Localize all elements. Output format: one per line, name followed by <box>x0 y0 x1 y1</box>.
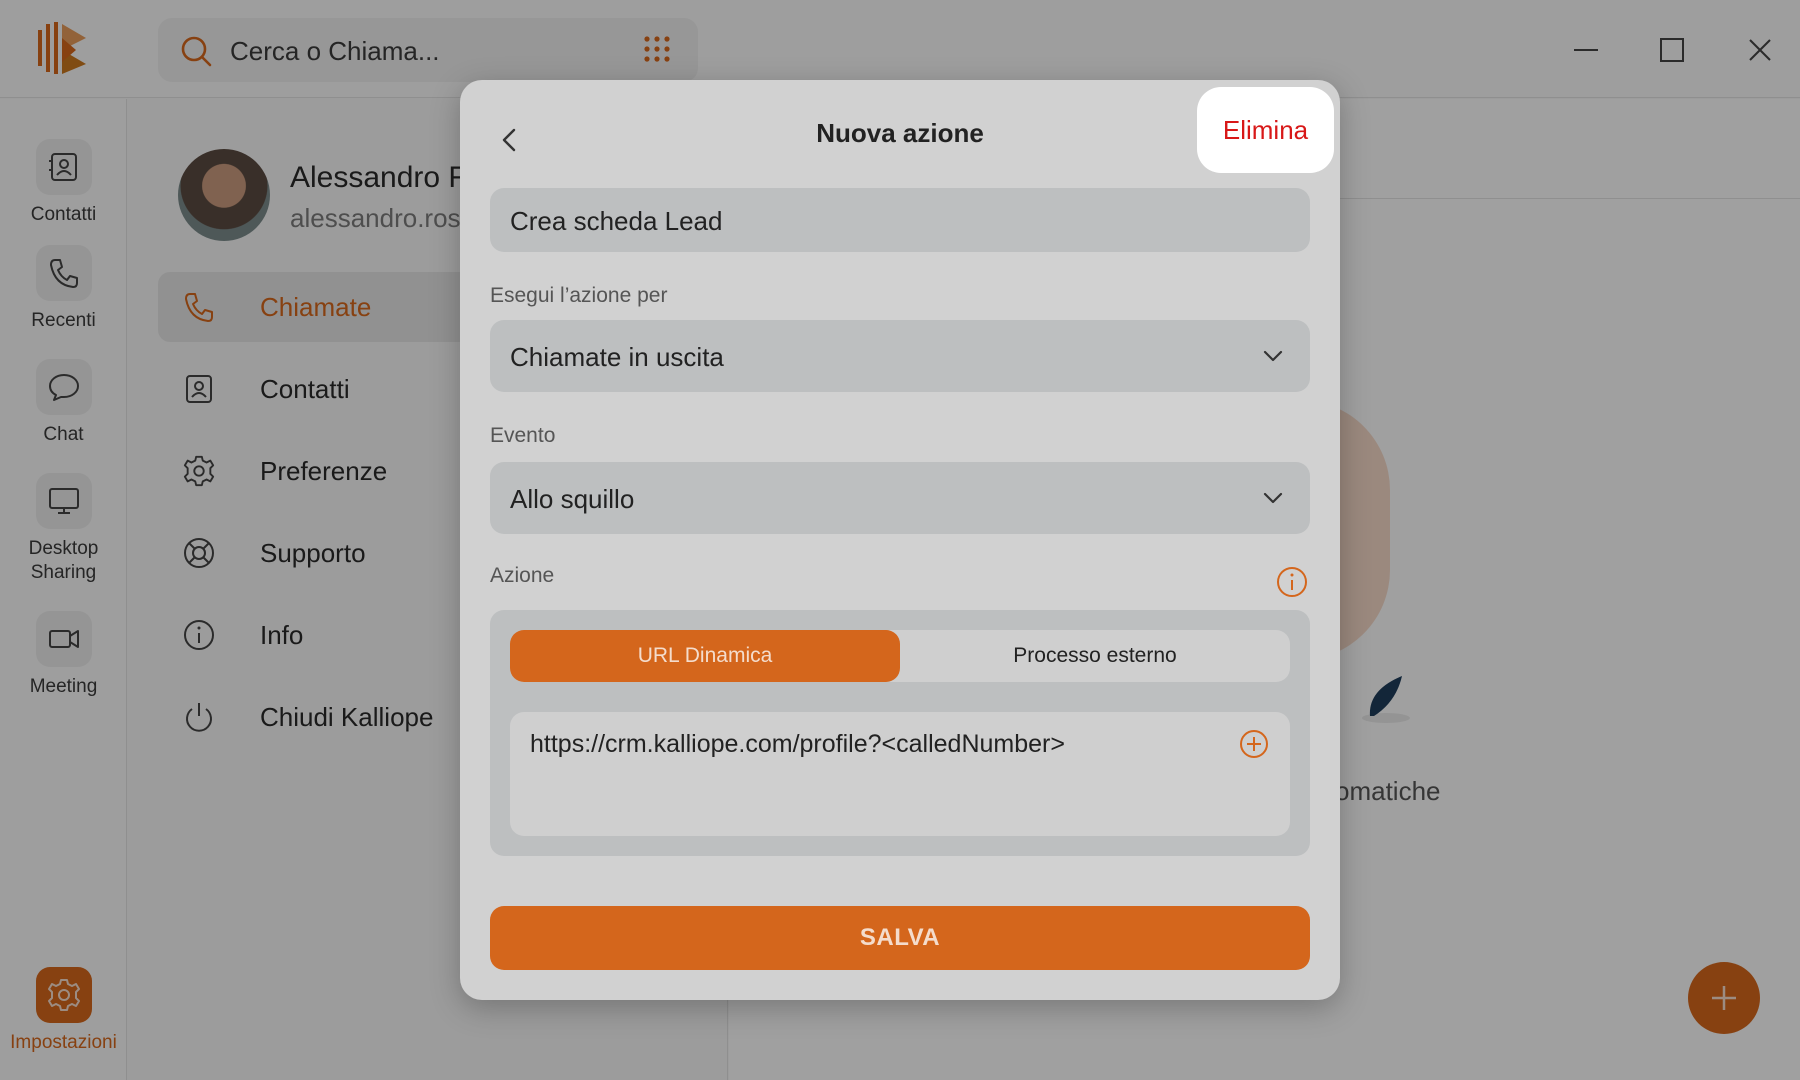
action-name-value: Crea scheda Lead <box>510 206 723 236</box>
run-for-value: Chiamate in uscita <box>510 342 724 372</box>
segment-url-dinamica[interactable]: URL Dinamica <box>510 630 900 682</box>
event-label: Evento <box>490 424 556 447</box>
action-type-toggle: URL Dinamica Processo esterno <box>510 630 1290 682</box>
chevron-down-icon <box>1263 492 1283 504</box>
run-for-label: Esegui l’azione per <box>490 284 668 307</box>
add-variable-icon[interactable] <box>1238 728 1270 760</box>
chevron-down-icon <box>1263 350 1283 362</box>
delete-button[interactable]: Elimina <box>1197 87 1334 173</box>
action-label: Azione <box>490 564 555 587</box>
url-value: https://crm.kalliope.com/profile?<called… <box>530 730 1065 758</box>
action-config-box: URL Dinamica Processo esterno https://cr… <box>490 610 1310 856</box>
event-value: Allo squillo <box>510 484 635 514</box>
info-icon[interactable] <box>1275 565 1309 599</box>
save-button[interactable]: SALVA <box>490 906 1310 970</box>
action-name-input[interactable]: Crea scheda Lead <box>490 188 1310 252</box>
url-input[interactable]: https://crm.kalliope.com/profile?<called… <box>510 712 1290 836</box>
new-action-dialog: Nuova azione Elimina Crea scheda Lead Es… <box>460 80 1340 1000</box>
run-for-select[interactable]: Chiamate in uscita <box>490 320 1310 392</box>
app-window: Cerca o Chiama... Contatti Recenti Chat … <box>0 0 1800 1080</box>
segment-processo-esterno[interactable]: Processo esterno <box>900 630 1290 682</box>
event-select[interactable]: Allo squillo <box>490 462 1310 534</box>
